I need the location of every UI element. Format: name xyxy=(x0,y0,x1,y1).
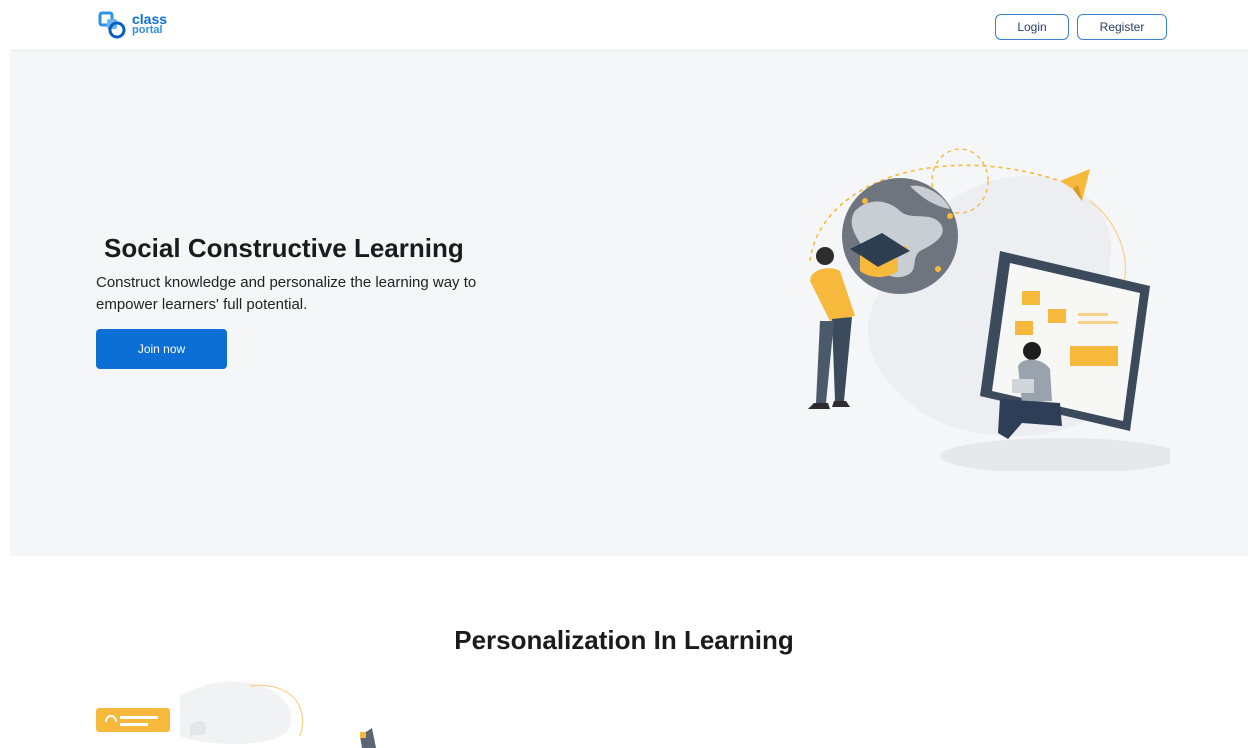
join-now-button[interactable]: Join now xyxy=(96,329,227,369)
top-navbar: class portal Login Register xyxy=(10,0,1248,51)
logo-icon xyxy=(98,11,126,39)
class-portal-logo[interactable]: class portal xyxy=(98,10,167,40)
logo-wordmark: class portal xyxy=(132,12,167,36)
hero-subtitle: Construct knowledge and personalize the … xyxy=(96,274,477,313)
personalization-illustration xyxy=(96,681,376,748)
register-button[interactable]: Register xyxy=(1077,14,1167,40)
section-title: Personalization In Learning xyxy=(454,625,794,655)
hero-title: Social Constructive Learning xyxy=(104,233,464,263)
logo-line-2: portal xyxy=(132,24,163,36)
globe-learning-illustration xyxy=(808,148,1170,471)
login-button[interactable]: Login xyxy=(995,14,1069,40)
hero-section: Social Constructive Learning Construct k… xyxy=(10,51,1248,556)
